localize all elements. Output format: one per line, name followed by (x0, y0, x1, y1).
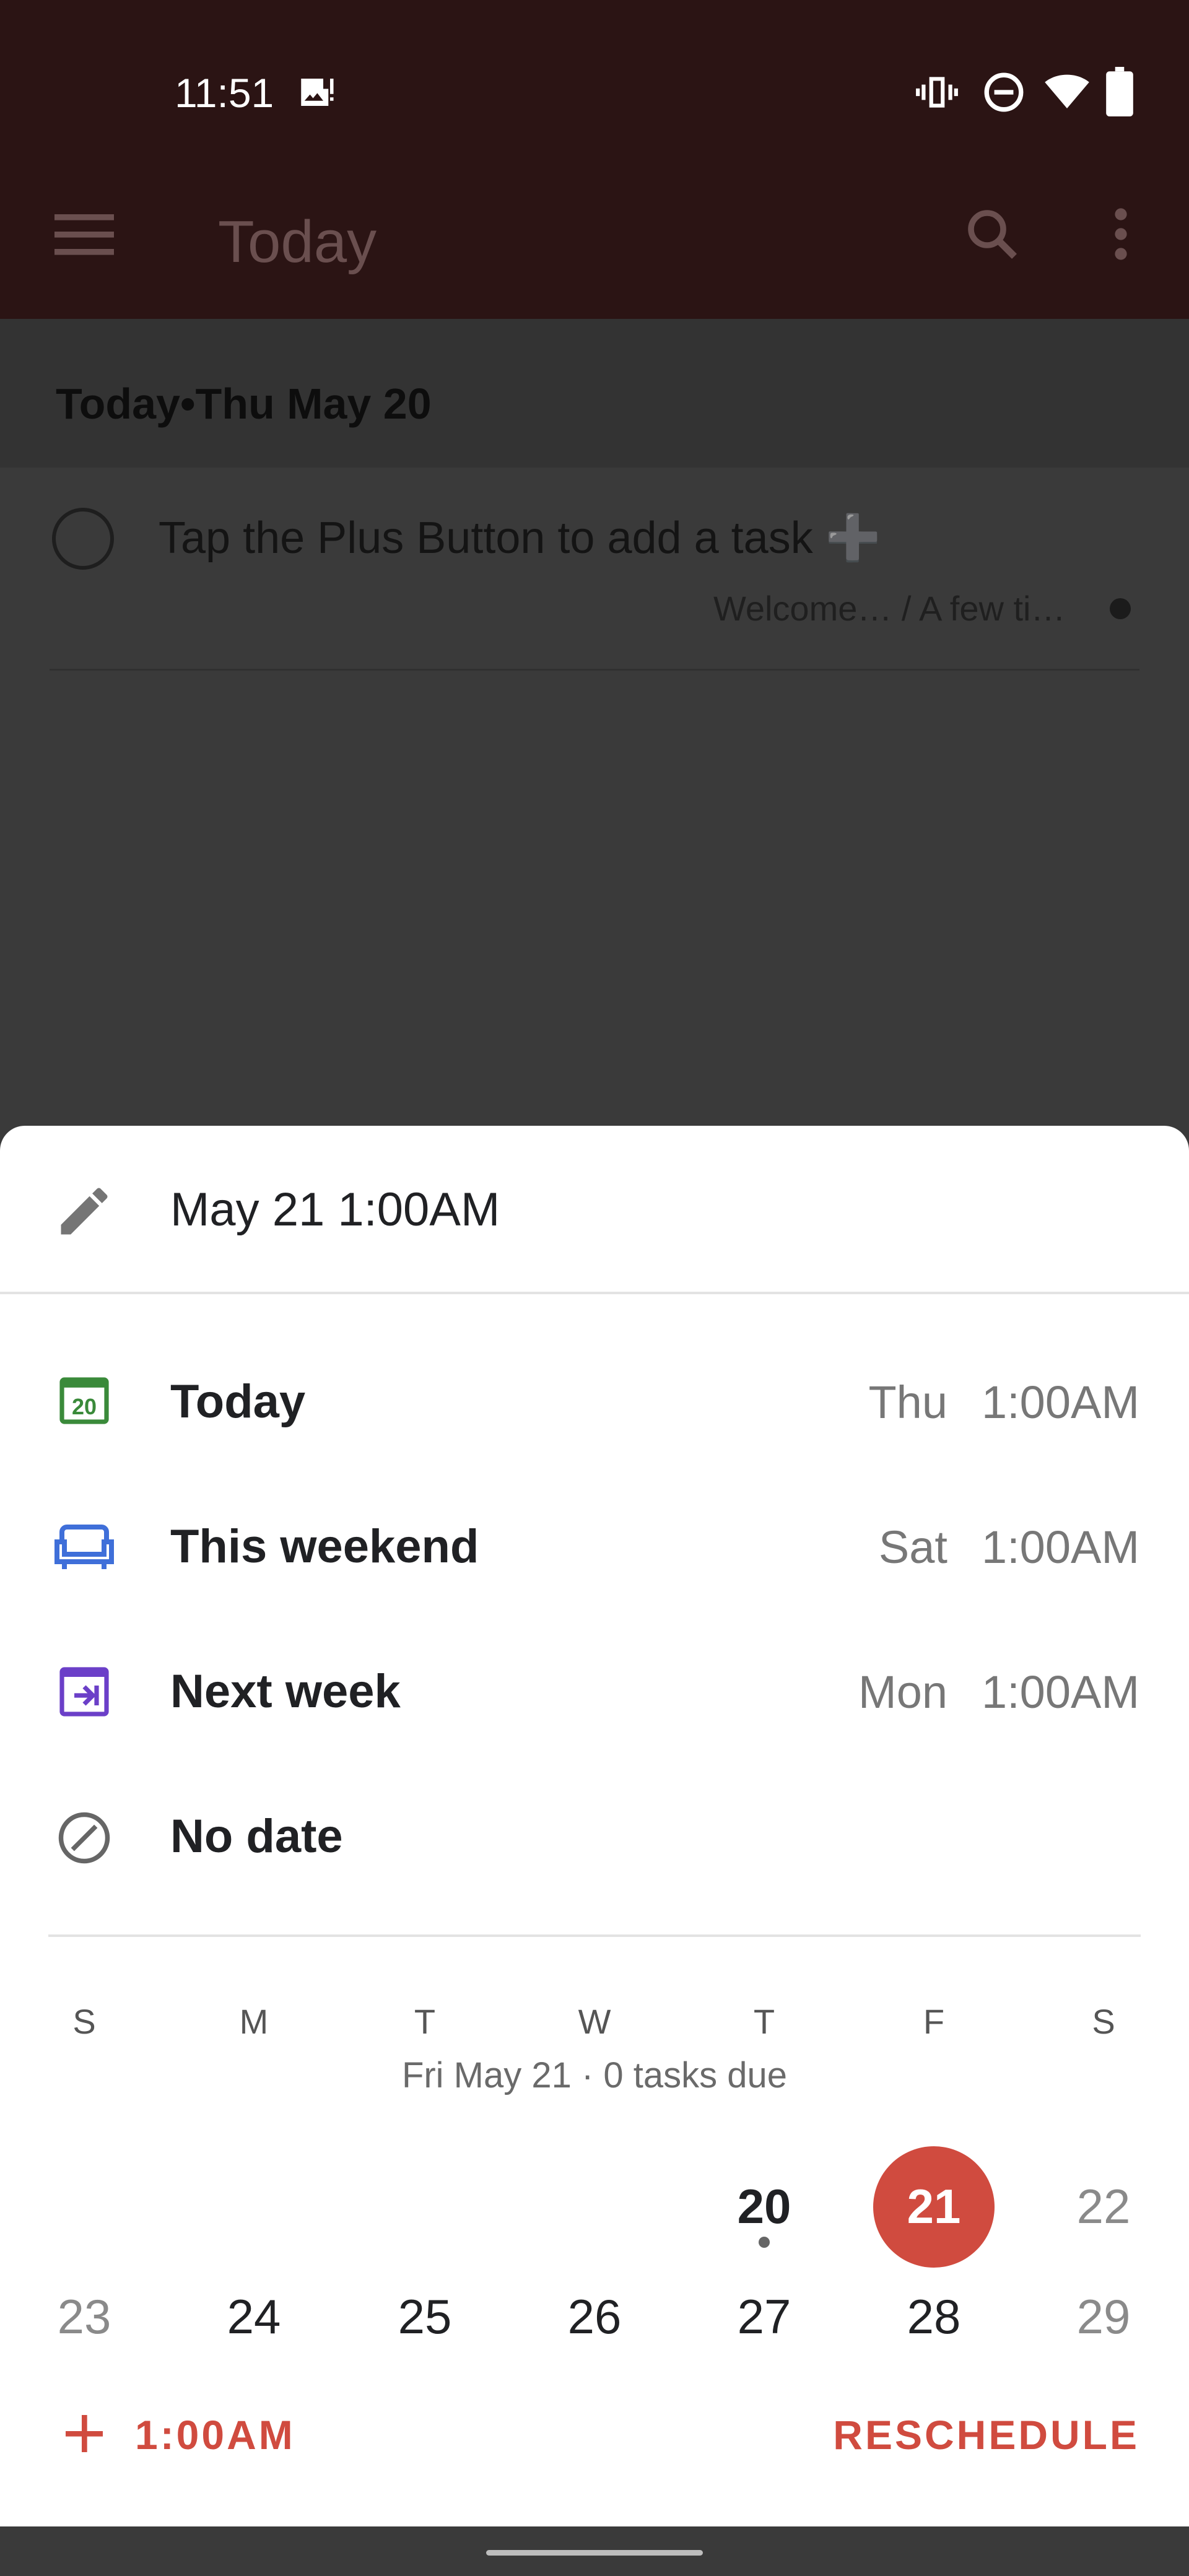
calendar-day-29[interactable]: 29 (1042, 2289, 1165, 2345)
calendar-day-23[interactable]: 23 (22, 2289, 146, 2345)
weekday-fri: F (923, 2002, 945, 2041)
weekday-mon: M (239, 2002, 269, 2041)
date-input[interactable]: May 21 1:00AM (170, 1183, 500, 1237)
wifi-icon (1043, 68, 1091, 120)
svg-text:20: 20 (72, 1394, 97, 1419)
option-this-weekend-day: Sat (878, 1521, 947, 1573)
plus-icon (59, 2409, 109, 2461)
calendar-day-27[interactable]: 27 (702, 2289, 826, 2345)
weekday-sun: S (72, 2002, 96, 2041)
calendar-day-21[interactable]: 21 (872, 2178, 996, 2235)
task-title: Tap the Plus Button to add a task ➕ (159, 513, 881, 563)
home-gesture-handle[interactable] (486, 2550, 703, 2556)
option-next-week-day: Mon (858, 1666, 947, 1718)
today-dot-indicator (759, 2237, 770, 2248)
calendar-day-20[interactable]: 20 (702, 2178, 826, 2235)
search-icon[interactable] (962, 204, 1022, 267)
task-divider (50, 669, 1139, 671)
section-title: Today•Thu May 20 (56, 380, 432, 428)
option-today-day: Thu (868, 1377, 947, 1428)
task-row[interactable] (0, 468, 1189, 669)
selected-date-info: Fri May 21 · 0 tasks due (401, 2055, 788, 2095)
calendar-day-25[interactable]: 25 (363, 2289, 487, 2345)
calendar-day-28[interactable]: 28 (872, 2289, 996, 2345)
calendar-today-icon: 20 (54, 1371, 114, 1434)
option-next-week-label: Next week (170, 1665, 401, 1718)
option-this-weekend-time: 1:00AM (981, 1521, 1139, 1573)
option-next-week-time: 1:00AM (981, 1666, 1139, 1718)
weekday-thu: T (753, 2002, 775, 2041)
calendar-day-24[interactable]: 24 (192, 2289, 316, 2345)
image-alert-icon (296, 72, 337, 116)
more-vert-icon[interactable] (1096, 204, 1146, 267)
do-not-disturb-icon (981, 69, 1027, 118)
option-today-time: 1:00AM (981, 1377, 1139, 1428)
weekday-wed: W (578, 2002, 611, 2041)
status-time: 11:51 (175, 70, 274, 116)
sheet-divider (0, 1292, 1189, 1294)
vibrate-icon (914, 69, 960, 118)
sofa-icon (47, 1517, 121, 1580)
weekday-sat: S (1092, 2002, 1115, 2041)
weekday-tue: T (414, 2002, 436, 2041)
calendar-divider (48, 1934, 1141, 1937)
task-checkbox[interactable] (52, 508, 114, 570)
edit-icon (53, 1180, 115, 1245)
project-color-dot (1110, 598, 1131, 619)
menu-icon[interactable] (54, 209, 114, 262)
add-time-label: 1:00AM (135, 2412, 295, 2458)
option-this-weekend-label: This weekend (170, 1520, 479, 1573)
no-date-icon (53, 1807, 115, 1872)
task-project: Welcome… / A few ti… (713, 589, 1066, 628)
next-week-icon (54, 1662, 114, 1725)
calendar-day-26[interactable]: 26 (533, 2289, 656, 2345)
battery-icon (1105, 67, 1135, 120)
calendar-day-22[interactable]: 22 (1042, 2178, 1165, 2235)
reschedule-button[interactable]: RESCHEDULE (833, 2411, 1139, 2458)
option-today-label: Today (170, 1375, 306, 1428)
page-title: Today (218, 209, 377, 275)
option-no-date-label: No date (170, 1810, 343, 1863)
